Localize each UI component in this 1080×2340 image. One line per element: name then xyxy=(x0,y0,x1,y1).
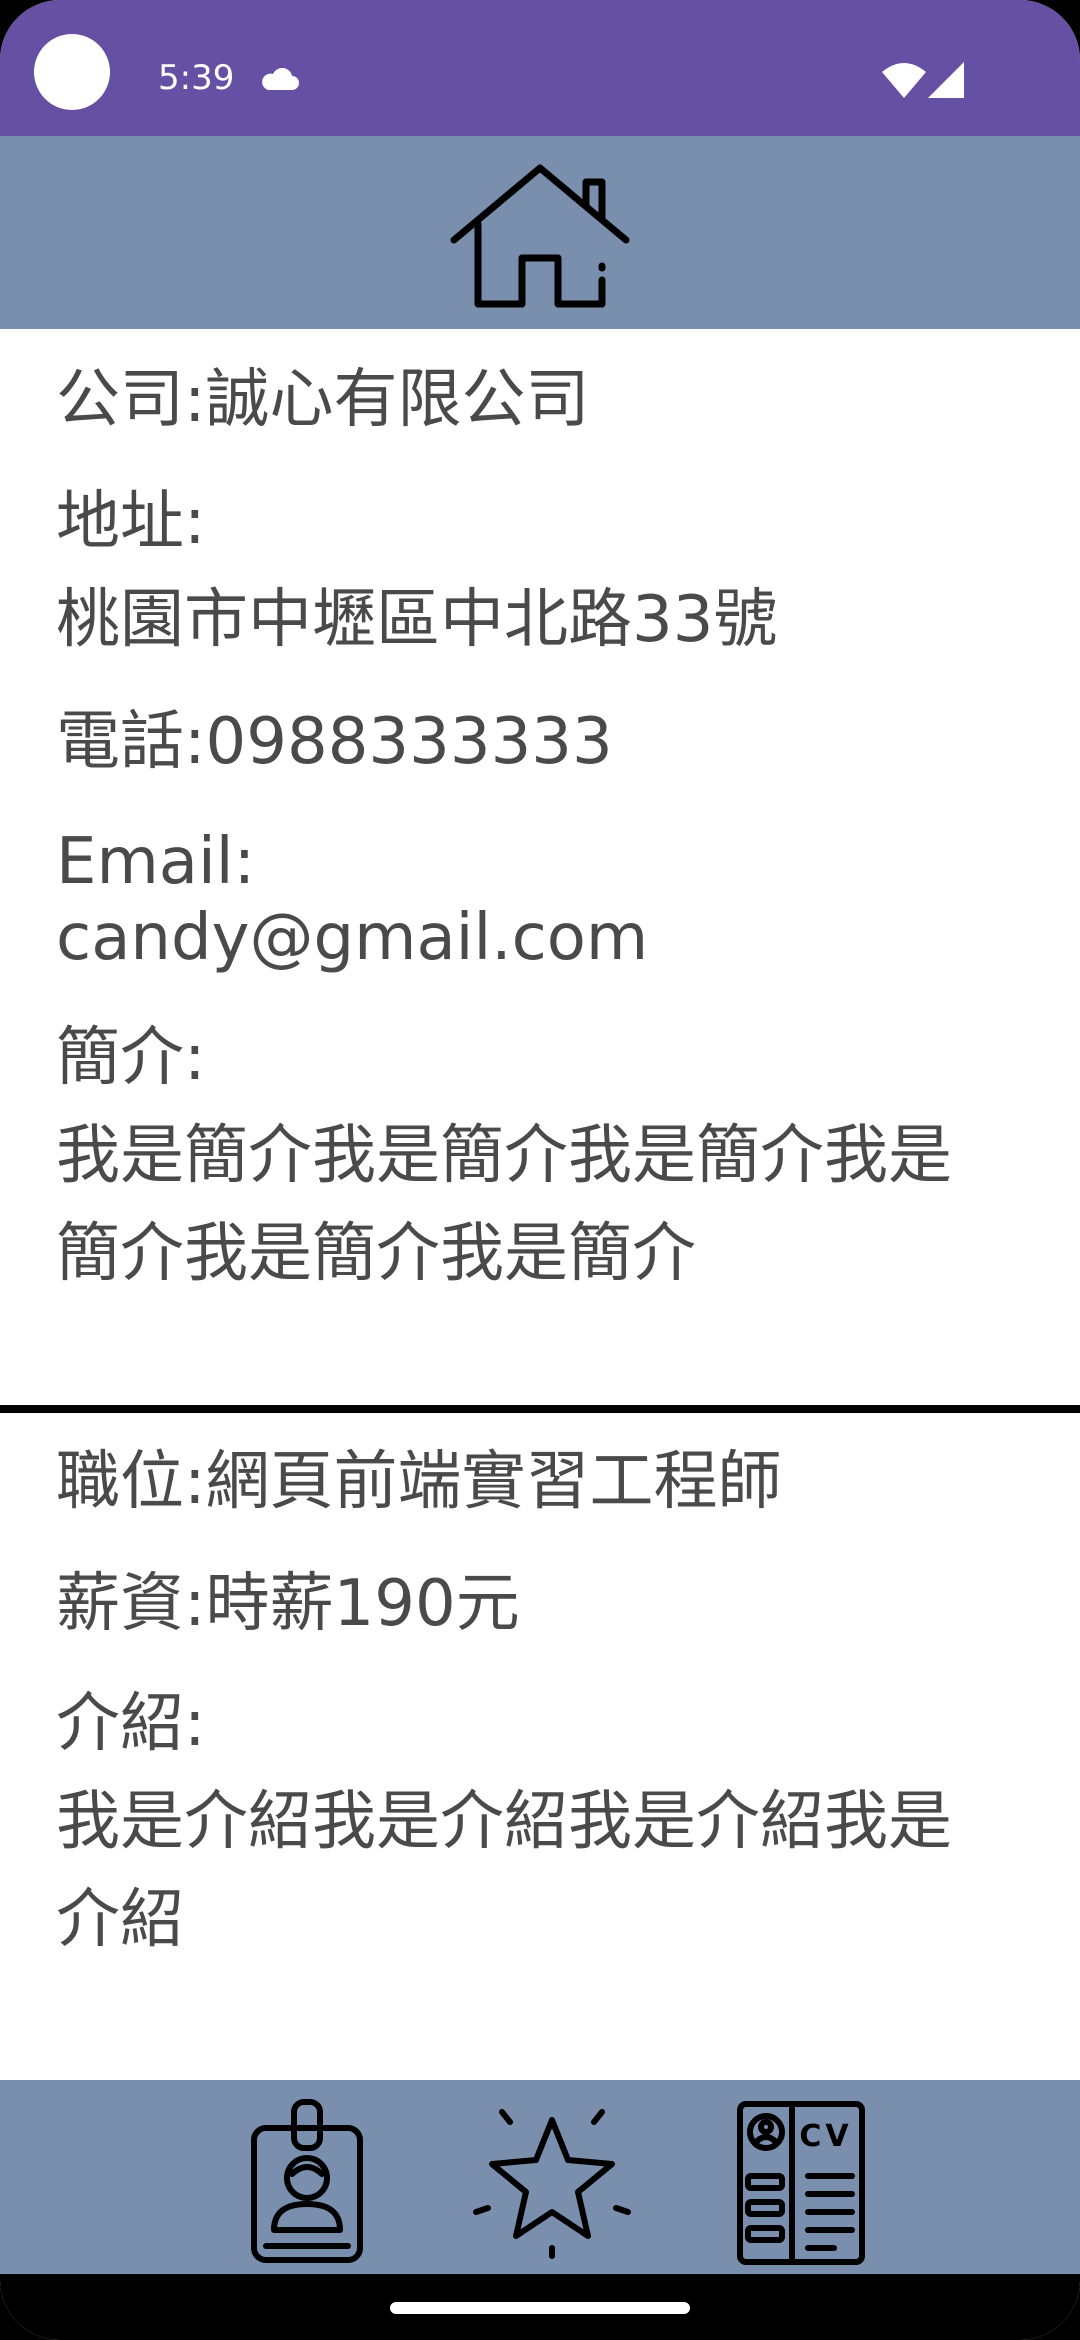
address-value: 桃園市中壢區中北路33號 xyxy=(56,583,778,657)
section-divider xyxy=(0,1405,1080,1413)
gesture-navigation-area xyxy=(0,2274,1080,2340)
job-position: 職位:網頁前端實習工程師 xyxy=(56,1445,782,1519)
cloud-icon xyxy=(262,68,299,90)
company-intro-line-2: 簡介我是簡介我是簡介 xyxy=(56,1217,696,1291)
star-icon[interactable] xyxy=(472,2098,632,2268)
company-name: 公司:誠心有限公司 xyxy=(56,363,590,437)
address-label: 地址: xyxy=(56,485,206,559)
email-value: candy@gmail.com xyxy=(56,901,649,975)
camera-cutout xyxy=(34,34,110,110)
svg-text:CV: CV xyxy=(799,2119,852,2154)
company-intro-line-1: 我是簡介我是簡介我是簡介我是 xyxy=(56,1119,952,1193)
signal-icon xyxy=(928,62,964,98)
company-intro-label: 簡介: xyxy=(56,1021,206,1095)
status-time: 5:39 xyxy=(158,58,235,98)
job-salary: 薪資:時薪190元 xyxy=(56,1567,520,1641)
job-description-line-2: 介紹 xyxy=(56,1883,184,1957)
phone-screen: 5:39 公司:誠心有限公司 地址: 桃園市中壢區中北路33號 電話:09883… xyxy=(0,0,1080,2340)
top-app-bar xyxy=(0,136,1080,329)
home-indicator[interactable] xyxy=(390,2302,690,2314)
status-bar: 5:39 xyxy=(0,0,1080,136)
wifi-icon xyxy=(882,63,926,98)
phone-number: 電話:0988333333 xyxy=(56,705,613,779)
job-description-label: 介紹: xyxy=(56,1687,206,1761)
home-icon[interactable] xyxy=(446,154,634,314)
id-badge-icon[interactable] xyxy=(244,2098,370,2268)
bottom-navigation: CV xyxy=(0,2080,1080,2274)
job-description-line-1: 我是介紹我是介紹我是介紹我是 xyxy=(56,1785,952,1859)
cv-resume-icon[interactable]: CV xyxy=(734,2098,868,2268)
